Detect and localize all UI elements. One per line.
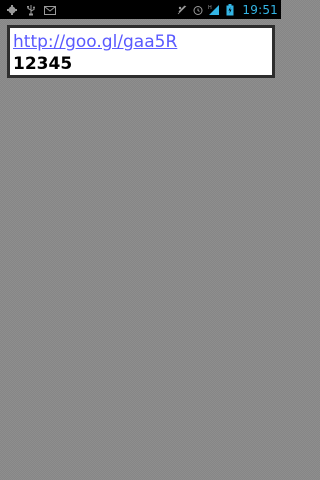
- battery-icon: [224, 3, 236, 16]
- usb-icon: [25, 4, 37, 16]
- status-bar: H 19:51: [0, 0, 281, 19]
- url-widget[interactable]: http://goo.gl/gaa5R 12345: [7, 25, 275, 78]
- system-icons: H 19:51: [176, 3, 278, 17]
- android-debug-icon: [6, 4, 18, 16]
- clock: 19:51: [242, 2, 278, 17]
- short-url-link[interactable]: http://goo.gl/gaa5R: [13, 31, 272, 53]
- svg-text:H: H: [208, 5, 212, 11]
- signal-icon: H: [208, 4, 220, 16]
- notification-icons: [6, 4, 56, 16]
- sync-off-icon: [176, 4, 188, 16]
- value-text: 12345: [13, 54, 73, 74]
- gmail-icon: [44, 4, 56, 16]
- alarm-icon: [192, 4, 204, 16]
